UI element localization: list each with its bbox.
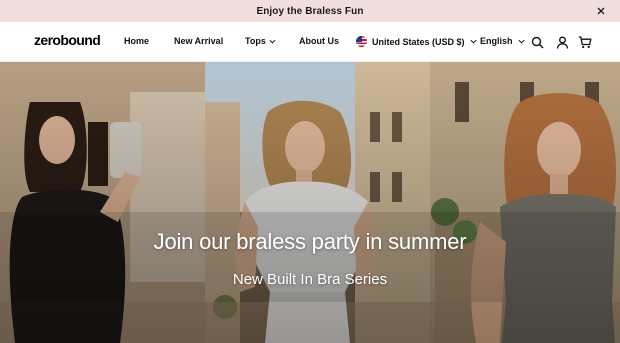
hero-banner[interactable]: Join our braless party in summer New Bui… — [0, 62, 620, 343]
chevron-down-icon — [518, 39, 525, 44]
cart-icon[interactable] — [578, 35, 592, 49]
nav-home-label: Home — [124, 36, 150, 46]
hero-image — [0, 62, 620, 343]
nav-about-us-label: About Us — [299, 36, 339, 46]
nav-tops[interactable]: Tops — [245, 36, 276, 46]
nav-tops-label: Tops — [245, 36, 266, 46]
language-selector[interactable]: English — [480, 36, 525, 46]
nav-about-us[interactable]: About Us — [299, 36, 339, 46]
account-icon[interactable] — [555, 35, 569, 49]
country-selector[interactable]: United States (USD $) — [356, 36, 477, 47]
language-label: English — [480, 36, 513, 46]
country-label: United States (USD $) — [372, 36, 465, 47]
nav-home[interactable]: Home — [124, 36, 149, 46]
site-logo[interactable]: zerobound — [34, 32, 101, 48]
chevron-down-icon — [470, 39, 477, 44]
close-icon[interactable] — [594, 4, 608, 18]
nav-new-arrival-label: New Arrival — [174, 36, 224, 46]
nav-new-arrival[interactable]: New Arrival — [174, 36, 223, 46]
search-icon[interactable] — [530, 35, 544, 49]
site-header: zerobound Home New Arrival Tops About Us… — [0, 22, 620, 62]
us-flag-icon — [356, 36, 367, 47]
announcement-bar: Enjoy the Braless Fun — [0, 0, 620, 22]
hero-title: Join our braless party in summer — [153, 229, 467, 254]
announcement-text: Enjoy the Braless Fun — [256, 5, 364, 17]
chevron-down-icon — [269, 39, 276, 44]
hero-subtitle: New Built In Bra Series — [232, 271, 388, 288]
